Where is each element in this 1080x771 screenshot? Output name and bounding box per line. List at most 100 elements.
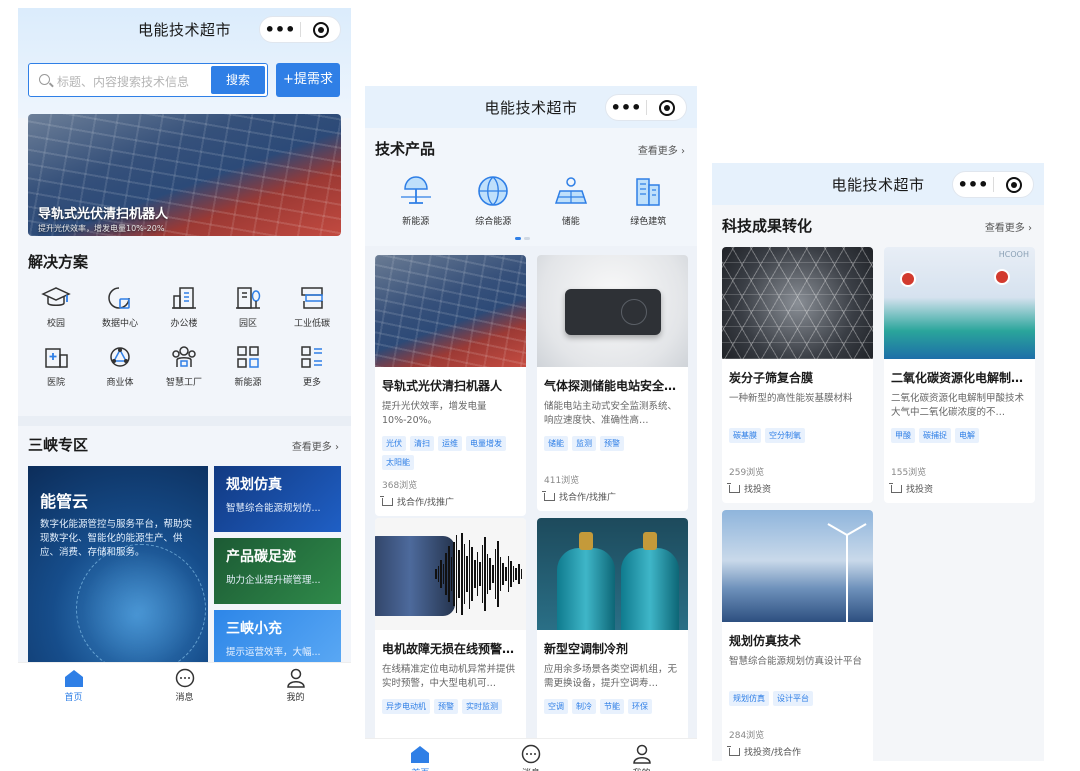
- tag: 甲酸: [891, 428, 915, 443]
- waveform-bar: [435, 569, 437, 579]
- card-action[interactable]: 找合作/找推广: [542, 490, 681, 503]
- hero-banner[interactable]: 导轨式光伏清扫机器人 提升光伏效率，增发电量10%-20%: [28, 114, 341, 236]
- screen-achievements: 电能技术超市 ••• 科技成果转化 查看更多 › 炭分子筛复合膜 一种新型的高性…: [712, 163, 1044, 761]
- cart-icon: [727, 482, 740, 493]
- tab-home[interactable]: 首页: [18, 663, 129, 710]
- tile-carbon-footprint[interactable]: 产品碳足迹 助力企业提升碳管理...: [214, 538, 341, 604]
- chevron-right-icon: ›: [335, 442, 339, 453]
- product-card[interactable]: 导轨式光伏清扫机器人 提升光伏效率，增发电量10%-20%。 光伏 清扫 运维 …: [375, 255, 526, 516]
- zone-see-more-link[interactable]: 查看更多 ›: [292, 438, 339, 453]
- card-action[interactable]: 找合作/找推广: [380, 495, 519, 508]
- home-icon: [411, 746, 430, 763]
- solution-label: 商业体: [106, 378, 134, 388]
- more-menu-button[interactable]: •••: [606, 94, 646, 121]
- close-button[interactable]: [301, 21, 340, 38]
- solution-label: 新能源: [234, 378, 262, 388]
- post-request-button[interactable]: +提需求: [276, 63, 340, 97]
- grid-icon: [231, 343, 265, 371]
- card-action[interactable]: 找投资: [889, 482, 1028, 495]
- tag: 预警: [434, 699, 458, 714]
- solution-item-smart-factory[interactable]: 智慧工厂: [152, 343, 216, 388]
- view-count: 259浏览: [729, 468, 765, 478]
- tag: 环保: [628, 699, 652, 714]
- category-storage[interactable]: 储能: [532, 172, 610, 227]
- waveform-bar: [518, 563, 520, 585]
- waveform-bar: [466, 555, 468, 593]
- card-action[interactable]: 找投资: [727, 482, 866, 495]
- solution-item-campus[interactable]: 校园: [24, 284, 88, 329]
- solution-item-commercial[interactable]: 商业体: [88, 343, 152, 388]
- tag: 清扫: [410, 436, 434, 451]
- card-desc: 在线精准定位电动机异常并提供实时预警，中大型电机可…: [382, 664, 516, 689]
- tile-desc: 提示运营效率，大幅...: [226, 647, 321, 658]
- category-label: 综合能源: [475, 217, 512, 227]
- tab-messages[interactable]: 消息: [129, 663, 240, 710]
- card-title: 导轨式光伏清扫机器人: [382, 379, 503, 393]
- miniprogram-capsule: •••: [605, 94, 687, 121]
- tile-energy-cloud[interactable]: 能管云 数字化能源管控与服务平台，帮助实现数字化、智能化的能源生产、供应、消费、…: [28, 466, 208, 666]
- solution-item-park[interactable]: 园区: [216, 284, 280, 329]
- tab-home[interactable]: 首页: [365, 739, 476, 771]
- product-card[interactable]: 新型空调制冷剂 应用余多场景各类空调机组，无需更换设备，提升空调寿… 空调 制冷…: [537, 518, 688, 771]
- molecule-graphic: [994, 269, 1010, 285]
- more-menu-button[interactable]: •••: [260, 16, 300, 43]
- category-green-building[interactable]: 绿色建筑: [610, 172, 688, 227]
- tag: 制冷: [572, 699, 596, 714]
- solution-item-office[interactable]: 办公楼: [152, 284, 216, 329]
- see-more-label: 查看更多: [984, 223, 1025, 234]
- user-icon: [286, 668, 305, 688]
- tab-profile[interactable]: 我的: [586, 739, 697, 771]
- products-title: 技术产品: [375, 140, 436, 160]
- waveform-bar: [507, 555, 510, 593]
- waveform-bar: [505, 567, 507, 581]
- tab-profile[interactable]: 我的: [240, 663, 351, 710]
- solution-item-new-energy[interactable]: 新能源: [216, 343, 280, 388]
- graphene-lattice-graphic: [722, 247, 873, 359]
- achievement-card[interactable]: HCOOH 二氧化碳资源化电解制… 二氧化碳资源化电解制甲酸技术大气中二氧化碳浓…: [884, 247, 1035, 503]
- achievement-card[interactable]: 炭分子筛复合膜 一种新型的高性能炭基膜材料 碳基膜 空分制氧 259浏览 找投资: [722, 247, 873, 503]
- card-title: 炭分子筛复合膜: [729, 371, 814, 385]
- chevron-right-icon: ›: [1028, 223, 1032, 234]
- tab-label: 我的: [633, 766, 651, 771]
- solution-label: 园区: [238, 319, 257, 329]
- card-desc: 提升光伏效率，增发电量10%-20%。: [382, 401, 487, 426]
- solution-item-data-center[interactable]: 数据中心: [88, 284, 152, 329]
- tile-planning-simulation[interactable]: 规划仿真 智慧综合能源规划仿...: [214, 466, 341, 532]
- more-menu-button[interactable]: •••: [953, 171, 993, 198]
- product-card[interactable]: 电机故障无损在线预警… 在线精准定位电动机异常并提供实时预警，中大型电机可… 异…: [375, 518, 526, 771]
- search-icon: [39, 74, 50, 85]
- waveform-bar: [442, 563, 445, 585]
- category-label: 绿色建筑: [630, 217, 667, 227]
- card-image: [722, 247, 873, 359]
- globe-graphic: [76, 544, 206, 666]
- close-button[interactable]: [994, 176, 1033, 193]
- search-button[interactable]: 搜索: [211, 66, 265, 94]
- waveform-bar: [458, 550, 460, 598]
- solution-item-hospital[interactable]: 医院: [24, 343, 88, 388]
- banner-title: 导轨式光伏清扫机器人: [38, 207, 169, 222]
- search-input[interactable]: 标题、内容搜索技术信息: [57, 73, 189, 90]
- search-bar[interactable]: 标题、内容搜索技术信息 搜索: [28, 63, 268, 97]
- waveform-bar: [484, 537, 486, 611]
- solution-item-more[interactable]: 更多: [280, 343, 344, 388]
- tile-sanxia-charging[interactable]: 三峡小充 提示运营效率，大幅...: [214, 610, 341, 666]
- waveform-bar: [455, 534, 458, 614]
- target-icon: [658, 99, 675, 116]
- cart-icon: [889, 482, 902, 493]
- product-card[interactable]: 气体探测储能电站安全… 储能电站主动式安全监测系统、响应速度快、准确性高… 储能…: [537, 255, 688, 511]
- products-see-more-link[interactable]: 查看更多 ›: [638, 142, 685, 157]
- achievement-card[interactable]: 规划仿真技术 智慧综合能源规划仿真设计平台 规划仿真 设计平台 284浏览 找投…: [722, 510, 873, 761]
- screen-products: 电能技术超市 ••• 技术产品 查看更多 › 新能源 综合能源 储能 绿色建筑 …: [365, 86, 697, 771]
- close-button[interactable]: [647, 99, 686, 116]
- factory-icon: [295, 284, 329, 312]
- category-renewable[interactable]: 新能源: [377, 172, 455, 227]
- card-desc: 一种新型的高性能炭基膜材料: [729, 393, 853, 404]
- section-see-more-link[interactable]: 查看更多 ›: [985, 219, 1032, 234]
- solution-item-industry[interactable]: 工业低碳: [280, 284, 344, 329]
- action-label: 找合作/找推广: [397, 498, 455, 508]
- card-tags: 空调 制冷 节能 环保: [544, 699, 681, 714]
- category-integrated-energy[interactable]: 综合能源: [455, 172, 533, 227]
- card-action[interactable]: 找投资/找合作: [727, 745, 866, 758]
- waveform-bar: [471, 547, 473, 601]
- tab-messages[interactable]: 消息: [476, 739, 587, 771]
